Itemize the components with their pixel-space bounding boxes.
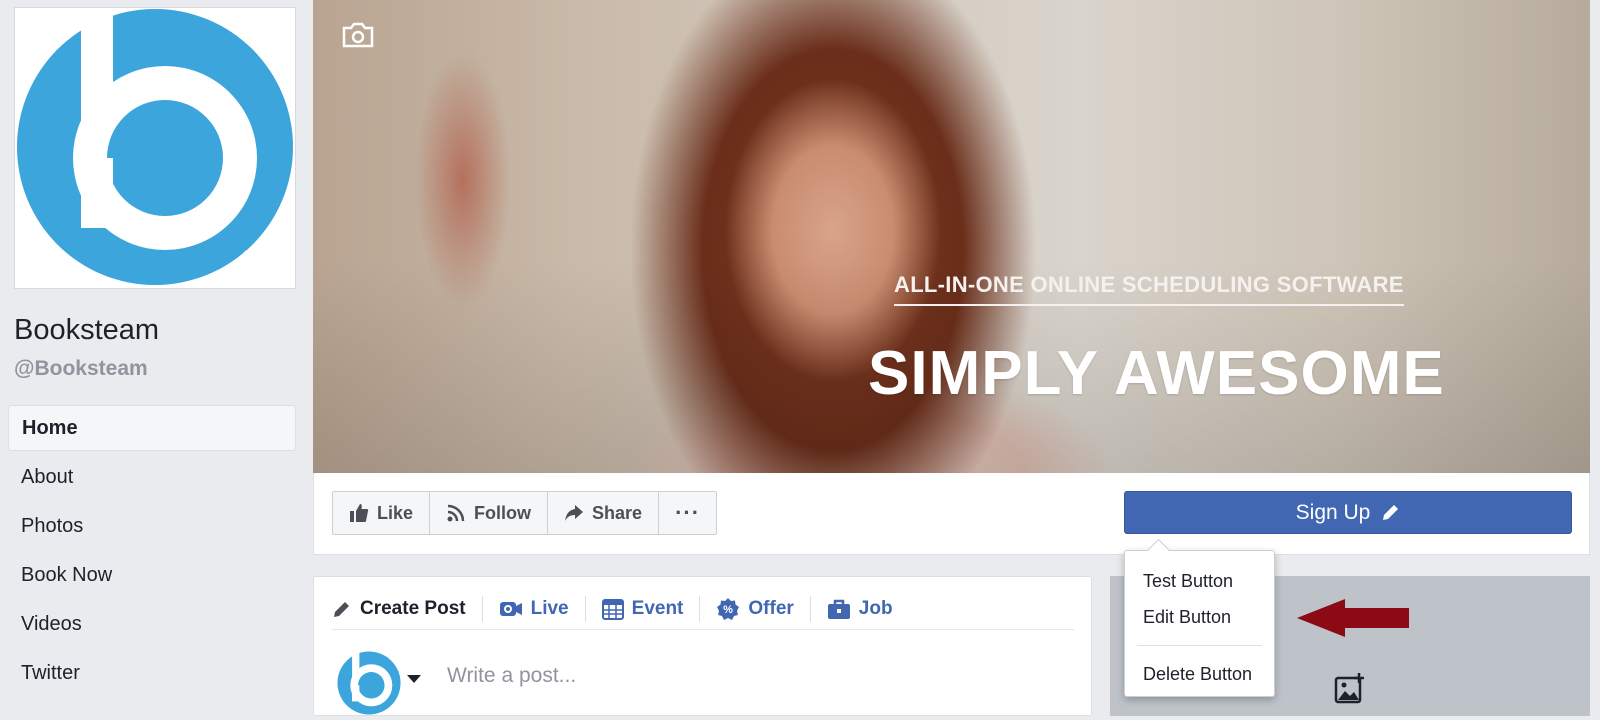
page-handle[interactable]: @Booksteam	[14, 357, 148, 381]
offer-badge-icon: %	[717, 598, 740, 620]
composer-tabs: Create Post Live Event % Offer Job	[332, 589, 1074, 630]
post-input[interactable]: Write a post...	[447, 664, 576, 688]
menu-item-delete-button[interactable]: Delete Button	[1125, 656, 1274, 692]
page-actions: Like Follow Share ···	[332, 491, 718, 535]
tab-create-post[interactable]: Create Post	[332, 596, 483, 622]
create-post-card: Create Post Live Event % Offer Job Write…	[313, 576, 1092, 716]
sidebar-item-home[interactable]: Home	[8, 405, 296, 451]
chevron-down-icon[interactable]	[407, 675, 421, 683]
avatar[interactable]	[337, 651, 401, 720]
sign-up-button[interactable]: Sign Up	[1124, 491, 1572, 534]
tab-job[interactable]: Job	[811, 596, 909, 622]
follow-button[interactable]: Follow	[430, 492, 549, 534]
video-camera-icon	[499, 602, 522, 616]
menu-item-test-button[interactable]: Test Button	[1125, 563, 1274, 599]
tab-live[interactable]: Live	[483, 596, 586, 622]
like-label: Like	[377, 502, 414, 523]
rss-icon	[447, 504, 465, 522]
calendar-icon	[601, 599, 624, 620]
tab-label: Offer	[748, 598, 794, 619]
tab-offer[interactable]: % Offer	[700, 596, 811, 622]
pencil-icon	[334, 602, 349, 617]
camera-icon[interactable]	[341, 22, 375, 53]
more-options-button[interactable]: ···	[659, 492, 716, 534]
sidebar-item-twitter[interactable]: Twitter	[8, 650, 296, 696]
page-title: Booksteam	[14, 314, 160, 346]
tab-label: Job	[858, 598, 893, 619]
tab-event[interactable]: Event	[586, 596, 701, 622]
tab-label: Create Post	[360, 598, 466, 619]
menu-divider	[1137, 645, 1262, 646]
share-button[interactable]: Share	[548, 492, 660, 534]
sign-up-options-menu: Test Button Edit Button Delete Button	[1124, 550, 1275, 697]
add-photo-icon[interactable]	[1334, 672, 1366, 709]
cover-photo[interactable]: ALL-IN-ONE ONLINE SCHEDULING SOFTWARE SI…	[313, 0, 1590, 473]
share-label: Share	[592, 502, 643, 523]
page-action-bar: Like Follow Share ··· Sign Up	[313, 473, 1590, 555]
share-arrow-icon	[565, 505, 584, 521]
sidebar-nav: Home About Photos Book Now Videos Twitte…	[8, 405, 296, 699]
camera-icon[interactable]	[243, 246, 277, 272]
annotation-arrow-icon	[1297, 597, 1409, 644]
sidebar-item-photos[interactable]: Photos	[8, 503, 296, 549]
thumbs-up-icon	[350, 504, 369, 522]
more-dots-icon: ···	[675, 500, 701, 525]
like-button[interactable]: Like	[333, 492, 431, 534]
sign-up-label: Sign Up	[1295, 500, 1371, 524]
cover-tagline: ALL-IN-ONE ONLINE SCHEDULING SOFTWARE	[894, 272, 1404, 306]
follow-label: Follow	[474, 502, 532, 523]
tab-label: Event	[631, 598, 684, 619]
cover-headline: SIMPLY AWESOME	[868, 339, 1445, 408]
profile-picture[interactable]	[14, 7, 296, 289]
sidebar-item-about[interactable]: About	[8, 454, 296, 500]
menu-item-edit-button[interactable]: Edit Button	[1125, 599, 1274, 635]
pencil-icon[interactable]	[1380, 503, 1400, 523]
tab-label: Live	[530, 598, 569, 619]
briefcase-icon	[827, 599, 850, 619]
sidebar-item-book-now[interactable]: Book Now	[8, 552, 296, 598]
sidebar-item-videos[interactable]: Videos	[8, 601, 296, 647]
svg-text:%: %	[724, 604, 734, 616]
